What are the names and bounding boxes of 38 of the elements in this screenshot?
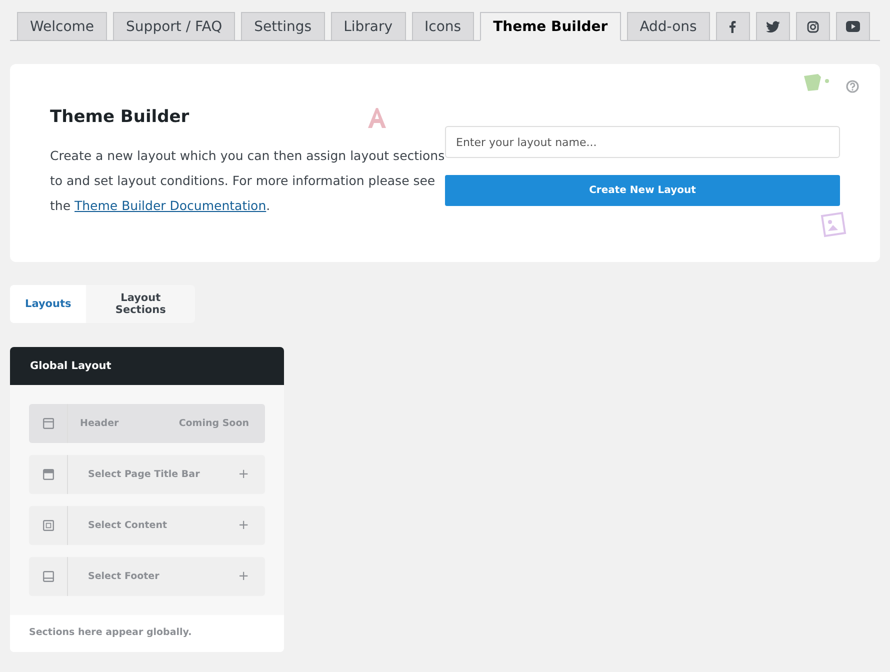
documentation-link[interactable]: Theme Builder Documentation xyxy=(74,198,266,213)
bird-icon xyxy=(766,20,780,32)
section-label: Header xyxy=(79,418,120,429)
social-tab[interactable] xyxy=(796,12,830,40)
view-tab[interactable]: Layout Sections xyxy=(86,285,195,323)
nav-tab[interactable]: Icons xyxy=(412,12,474,40)
social-tab[interactable] xyxy=(716,12,750,40)
image-frame-icon xyxy=(818,209,848,239)
social-tab[interactable] xyxy=(836,12,870,40)
section-label: Select Footer xyxy=(87,571,160,582)
header-icon xyxy=(42,418,54,429)
nav-tab[interactable]: Settings xyxy=(241,12,325,40)
section-label: Select Page Title Bar xyxy=(87,469,201,480)
play-icon xyxy=(846,21,860,32)
nav-tab[interactable]: Library xyxy=(330,12,406,40)
nav-tab[interactable]: Theme Builder xyxy=(480,12,621,41)
footer-icon xyxy=(42,571,54,582)
camera-icon xyxy=(806,20,819,32)
description: Create a new layout which you can then assign layout sections to and set layout conditions. For more information please see the Theme Builder Documentation. xyxy=(50,147,445,215)
section-title: Theme Builder xyxy=(50,107,190,127)
coming-soon-label: Coming Soon xyxy=(178,418,250,429)
title-bar-icon xyxy=(42,469,54,480)
panel-note: Sections here appear globally. xyxy=(10,615,284,652)
social-tab[interactable] xyxy=(756,12,790,40)
nav-tab[interactable]: Support / FAQ xyxy=(113,12,236,40)
nav-tab[interactable]: Add-ons xyxy=(626,12,710,40)
facebook-icon xyxy=(729,20,736,32)
plus-icon: + xyxy=(238,518,265,533)
create-layout-button[interactable]: Create New Layout xyxy=(445,175,840,206)
plus-icon: + xyxy=(238,467,265,482)
section-label: Select Content xyxy=(87,520,168,531)
plus-icon: + xyxy=(238,569,265,584)
letter-a-icon xyxy=(365,106,389,130)
view-tab[interactable]: Layouts xyxy=(10,285,86,323)
layout-name-field[interactable]: Enter your layout name... xyxy=(445,126,840,158)
nav-tab[interactable]: Welcome xyxy=(17,12,108,40)
content-icon xyxy=(42,520,54,531)
panel-title: Global Layout xyxy=(10,347,284,385)
